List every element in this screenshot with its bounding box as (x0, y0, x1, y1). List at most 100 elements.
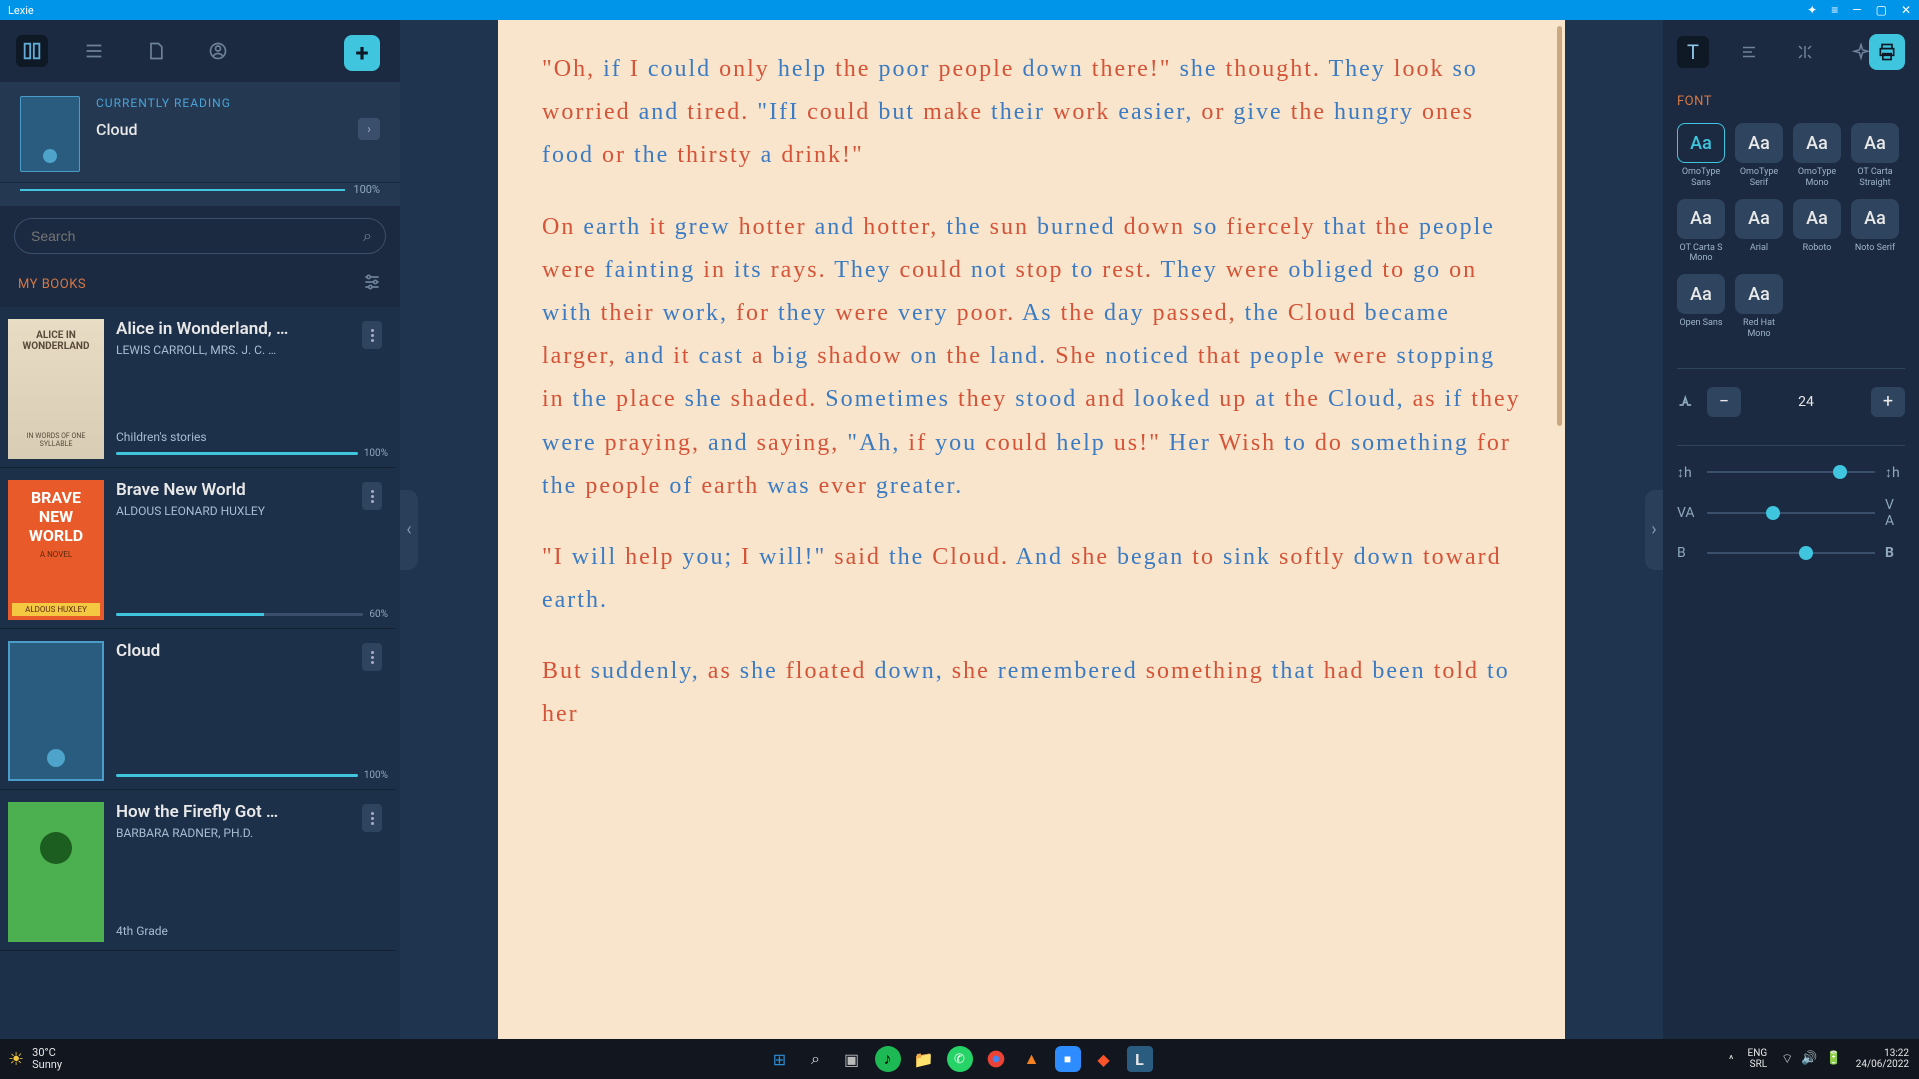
clock[interactable]: 13:22 24/06/2022 (1856, 1048, 1909, 1070)
font-label: Noto Serif (1855, 243, 1895, 254)
profile-tab-icon[interactable] (202, 35, 234, 67)
ruler-tab-icon[interactable] (1789, 36, 1821, 68)
font-option[interactable]: Aa Red Hat Mono (1735, 274, 1783, 340)
reader-scrollbar[interactable] (1557, 26, 1562, 426)
line-height-slider[interactable] (1707, 471, 1875, 473)
letter-spacing-max-icon: V A (1885, 497, 1905, 529)
print-button[interactable] (1869, 34, 1905, 70)
prev-page-button[interactable]: ‹ (400, 490, 418, 570)
boldness-max-icon: B (1885, 545, 1905, 561)
start-button[interactable]: ⊞ (767, 1046, 793, 1072)
search-icon[interactable]: ⌕ (363, 226, 372, 246)
reader-area: ‹ "Oh, if I could only help the poor peo… (400, 20, 1663, 1039)
zoom-icon[interactable]: ■ (1055, 1046, 1081, 1072)
sun-icon: ☀ (8, 1049, 24, 1070)
documents-tab-icon[interactable] (140, 35, 172, 67)
next-page-button[interactable]: › (1645, 490, 1663, 570)
wifi-icon[interactable]: ⌔ (1781, 1051, 1793, 1067)
minimize-icon[interactable]: — (1852, 3, 1861, 17)
add-book-button[interactable]: + (344, 35, 380, 71)
font-label: Red Hat Mono (1735, 318, 1783, 340)
letter-spacing-slider[interactable] (1707, 512, 1875, 514)
book-menu-button[interactable] (362, 804, 382, 832)
search-input[interactable] (14, 218, 386, 254)
font-swatch[interactable]: Aa (1677, 274, 1725, 314)
book-menu-button[interactable] (362, 482, 382, 510)
font-swatch[interactable]: Aa (1677, 123, 1725, 163)
book-cover (8, 641, 104, 781)
reader-paragraph: "I will help you; I will!" said the Clou… (542, 536, 1521, 622)
lexie-app-icon[interactable]: L (1127, 1046, 1153, 1072)
current-book-progress-text: 100% (353, 183, 380, 196)
weather-widget[interactable]: ☀ 30°C Sunny (8, 1047, 62, 1071)
tray-expand-icon[interactable]: ^ (1729, 1053, 1734, 1066)
book-title: Brave New World (116, 480, 336, 500)
font-swatch[interactable]: Aa (1735, 199, 1783, 239)
file-explorer-icon[interactable]: 📁 (911, 1046, 937, 1072)
font-swatch[interactable]: Aa (1793, 123, 1841, 163)
boldness-slider[interactable] (1707, 552, 1875, 554)
typography-tab-icon[interactable]: T (1677, 36, 1709, 68)
brave-icon[interactable]: ◆ (1091, 1046, 1117, 1072)
title-bar: Lexie ✦ ≡ — ▢ ✕ (0, 0, 1919, 20)
book-author: LEWIS CARROLL, MRS. J. C. … (116, 343, 336, 357)
book-item[interactable]: How the Firefly Got … BARBARA RADNER, PH… (0, 790, 396, 951)
currently-reading-section[interactable]: CURRENTLY READING Cloud › (0, 82, 400, 183)
book-item[interactable]: BRAVE NEW WORLD A NOVEL ALDOUS HUXLEY Br… (0, 468, 396, 629)
font-option[interactable]: Aa Arial (1735, 199, 1783, 265)
line-height-max-icon: ↕h (1885, 464, 1905, 481)
book-menu-button[interactable] (362, 643, 382, 671)
menu-icon[interactable]: ≡ (1831, 3, 1838, 17)
font-swatch[interactable]: Aa (1677, 199, 1725, 239)
font-option[interactable]: Aa OT Carta Straight (1851, 123, 1899, 189)
maximize-icon[interactable]: ▢ (1876, 3, 1887, 17)
filter-icon[interactable] (362, 272, 382, 297)
divider (1677, 445, 1905, 446)
book-item[interactable]: Cloud 100% (0, 629, 396, 790)
book-menu-button[interactable] (362, 321, 382, 349)
font-option[interactable]: AaOT Carta S Mono (1677, 199, 1725, 265)
book-cover: BRAVE NEW WORLD A NOVEL ALDOUS HUXLEY (8, 480, 104, 620)
font-label: Open Sans (1679, 318, 1722, 329)
whatsapp-icon[interactable]: ✆ (947, 1046, 973, 1072)
font-option[interactable]: Aa OmoType Sans (1677, 123, 1725, 189)
font-size-decrease-button[interactable]: − (1707, 387, 1741, 417)
book-progress-text: 60% (369, 609, 388, 620)
taskbar-search-icon[interactable]: ⌕ (803, 1046, 829, 1072)
layout-tab-icon[interactable] (1733, 36, 1765, 68)
font-size-increase-button[interactable]: + (1871, 387, 1905, 417)
book-item[interactable]: ALICE IN WONDERLAND IN WORDS OF ONE SYLL… (0, 307, 396, 468)
extension-icon[interactable]: ✦ (1807, 3, 1817, 17)
chrome-icon[interactable] (983, 1046, 1009, 1072)
current-book-progress-bar (20, 189, 345, 191)
taskbar: ☀ 30°C Sunny ⊞ ⌕ ▣ ♪ 📁 ✆ ▲ ■ ◆ L ^ ENG S… (0, 1039, 1919, 1079)
font-option[interactable]: AaRoboto (1793, 199, 1841, 265)
open-current-book-icon[interactable]: › (358, 118, 380, 140)
font-option[interactable]: AaOmoType Mono (1793, 123, 1841, 189)
spotify-icon[interactable]: ♪ (875, 1046, 901, 1072)
font-label: Arial (1750, 243, 1768, 254)
volume-icon[interactable]: 🔊 (1801, 1051, 1817, 1067)
font-swatch[interactable]: Aa (1851, 123, 1899, 163)
close-icon[interactable]: ✕ (1901, 3, 1911, 17)
font-label: OT Carta Straight (1851, 167, 1899, 189)
book-author: ALDOUS LEONARD HUXLEY (116, 504, 336, 518)
app-title: Lexie (8, 4, 34, 17)
font-swatch[interactable]: Aa (1851, 199, 1899, 239)
vlc-icon[interactable]: ▲ (1019, 1046, 1045, 1072)
font-label: OmoType Sans (1677, 167, 1725, 189)
book-cover (8, 802, 104, 942)
battery-icon[interactable]: 🔋 (1826, 1051, 1842, 1067)
font-option[interactable]: Aa Open Sans (1677, 274, 1725, 340)
language-indicator[interactable]: ENG SRL (1748, 1048, 1768, 1070)
font-swatch[interactable]: Aa (1793, 199, 1841, 239)
font-swatch[interactable]: Aa (1735, 274, 1783, 314)
library-tab-icon[interactable] (16, 35, 48, 67)
font-option[interactable]: Aa Noto Serif (1851, 199, 1899, 265)
book-progress-bar (116, 613, 363, 616)
font-swatch[interactable]: Aa (1735, 123, 1783, 163)
font-option[interactable]: AaOmoType Serif (1735, 123, 1783, 189)
book-title: How the Firefly Got … (116, 802, 336, 822)
task-view-icon[interactable]: ▣ (839, 1046, 865, 1072)
bookmarks-tab-icon[interactable] (78, 35, 110, 67)
